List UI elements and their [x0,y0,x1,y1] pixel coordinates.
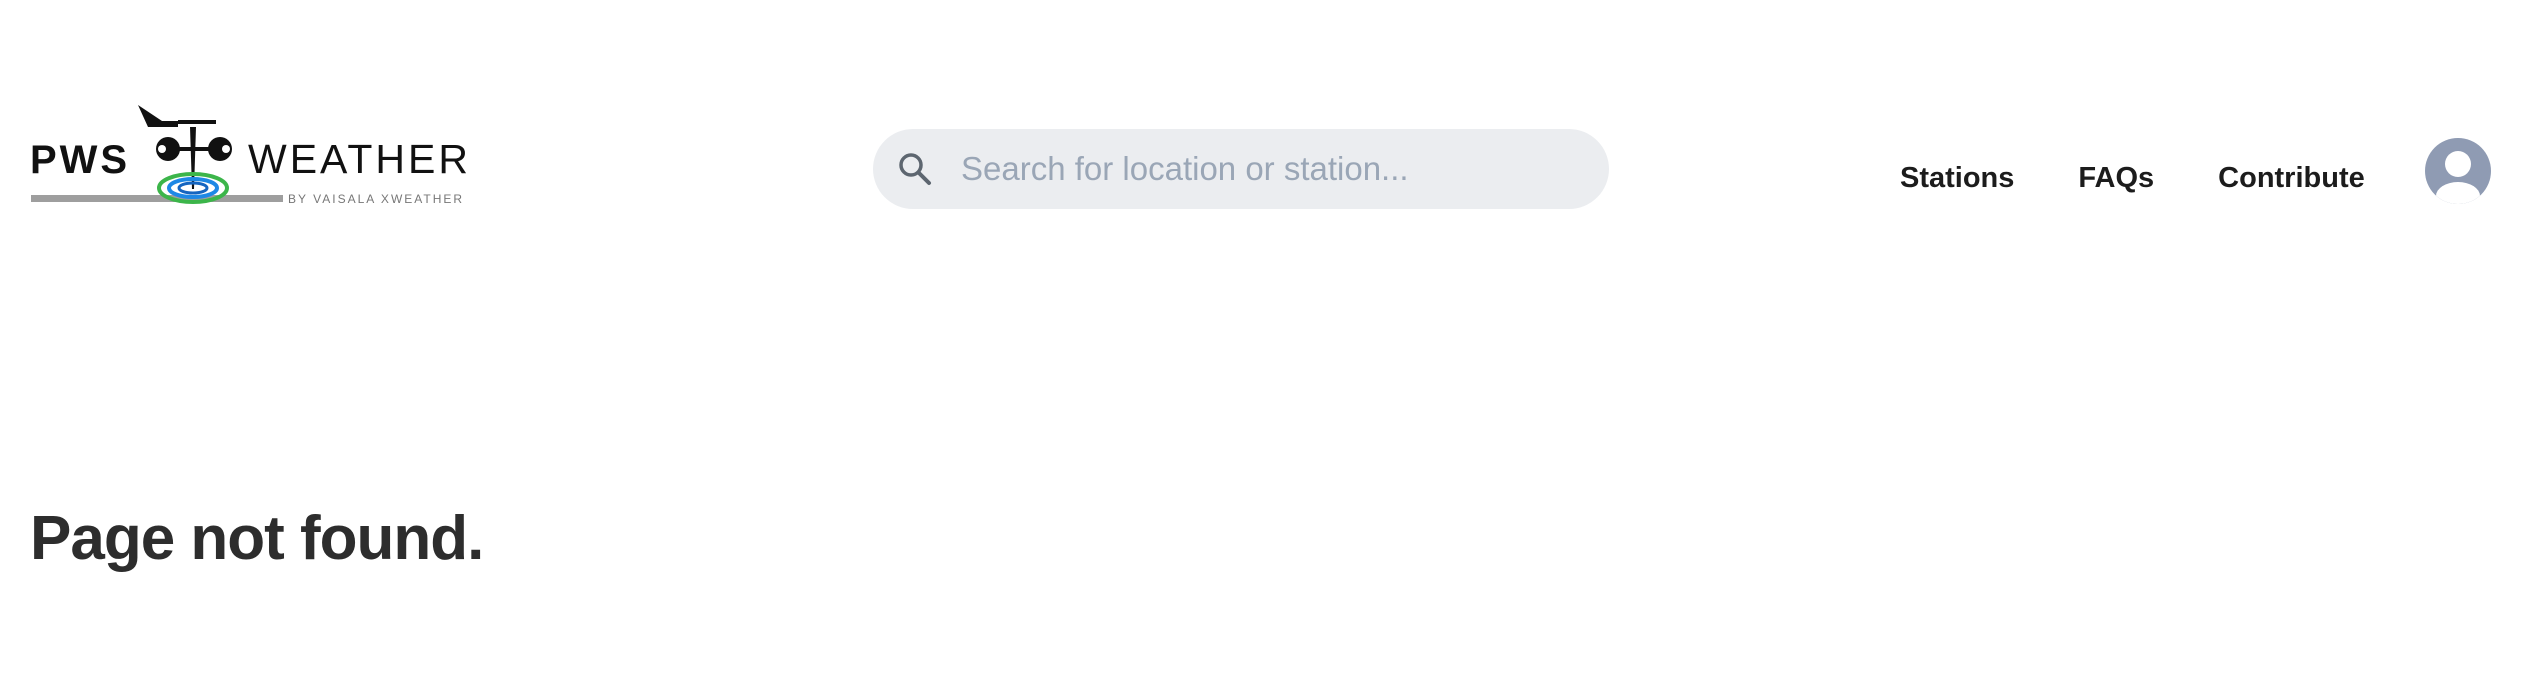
search-input[interactable] [961,129,1581,209]
page: PWS WEATHER BY VAISALA XWEATHER Stations… [0,0,2522,678]
logo-text-weather: WEATHER [248,136,468,182]
search-bar[interactable] [873,129,1609,209]
nav-item-stations[interactable]: Stations [1900,162,2014,195]
user-avatar-icon [2436,151,2480,204]
nav-item-contribute[interactable]: Contribute [2218,162,2365,195]
logo-tagline: BY VAISALA XWEATHER [288,192,464,206]
wind-vane-icon [138,105,178,127]
pws-weather-logo: PWS WEATHER BY VAISALA XWEATHER [30,105,468,206]
page-title: Page not found. [30,504,484,573]
nav-item-faqs[interactable]: FAQs [2078,162,2154,195]
top-header: PWS WEATHER BY VAISALA XWEATHER Stations… [0,0,2522,250]
search-icon [897,151,933,187]
user-avatar-button[interactable] [2425,138,2491,204]
site-logo[interactable]: PWS WEATHER BY VAISALA XWEATHER [30,103,468,209]
main-nav: Stations FAQs Contribute [1900,155,2429,201]
logo-underline [31,195,283,202]
logo-text-pws: PWS [30,138,130,182]
